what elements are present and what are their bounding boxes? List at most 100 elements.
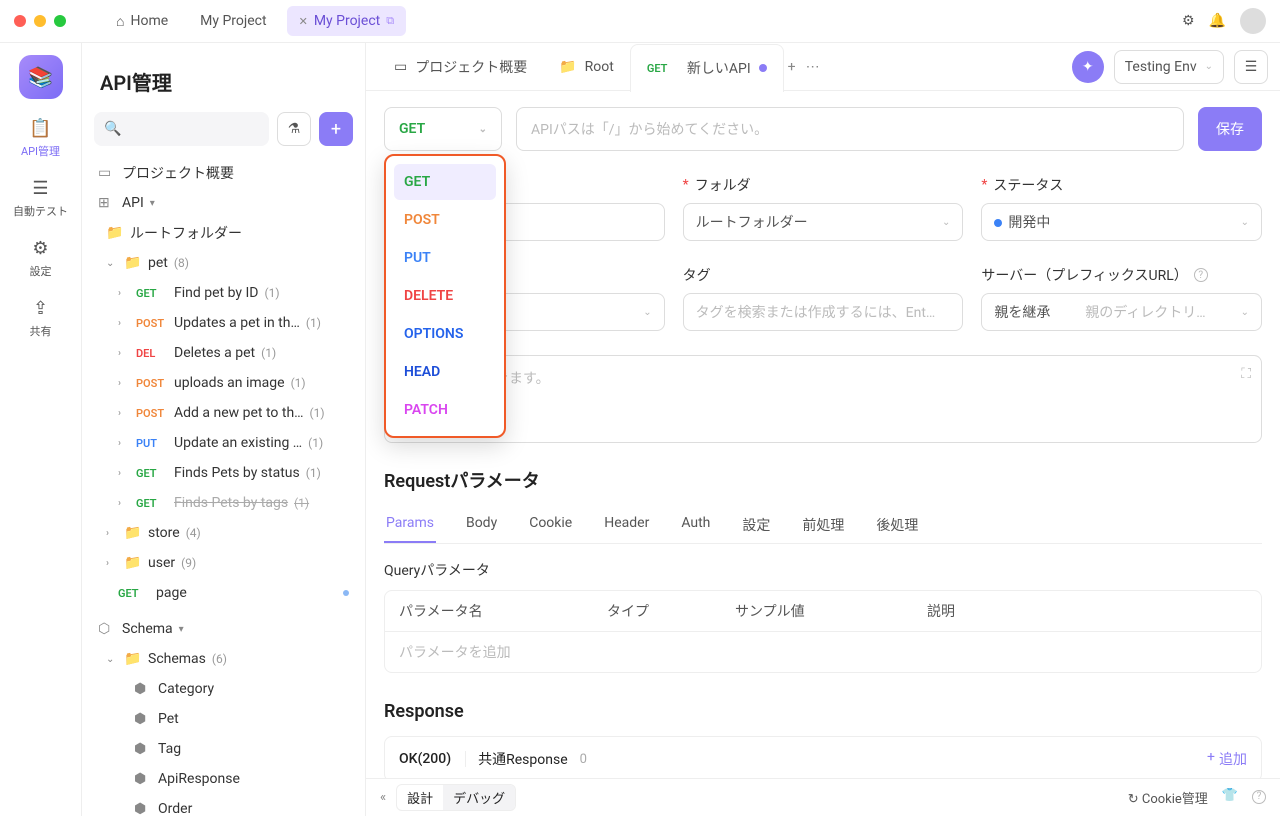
schema-section[interactable]: ⬡Schema▾ xyxy=(90,614,357,644)
add-response-button[interactable]: +追加 xyxy=(1207,749,1247,769)
count: (8) xyxy=(174,256,189,270)
store-folder[interactable]: ›📁store(4) xyxy=(90,518,357,548)
folder-select[interactable]: ルートフォルダー⌄ xyxy=(683,203,964,241)
search-input[interactable]: 🔍 xyxy=(94,112,269,146)
root-folder[interactable]: 📁 ルートフォルダー xyxy=(90,218,357,248)
add-tab-button[interactable]: + xyxy=(788,59,796,75)
page-api-item[interactable]: GETpage xyxy=(90,578,357,608)
cookie-management[interactable]: ↻ Cookie管理 xyxy=(1128,788,1208,807)
rail-share[interactable]: ⇪ 共有 xyxy=(30,297,52,339)
compass-button[interactable]: ✦ xyxy=(1072,51,1104,83)
response-ok[interactable]: OK(200) xyxy=(399,751,466,767)
filter-button[interactable]: ⚗ xyxy=(277,112,311,146)
home-tab[interactable]: ⌂ Home xyxy=(104,6,180,36)
subtab-settings[interactable]: 設定 xyxy=(740,507,772,543)
project-tab-1[interactable]: My Project xyxy=(188,6,278,36)
mode-debug[interactable]: デバッグ xyxy=(443,785,515,810)
schema-item[interactable]: ⬢Category xyxy=(90,674,357,704)
method-select[interactable]: GET ⌄ GET POST PUT DELETE OPTIONS HEAD P… xyxy=(384,107,502,151)
help-icon[interactable]: ? xyxy=(1194,268,1208,282)
response-common[interactable]: 共通Response xyxy=(478,749,568,769)
pet-folder[interactable]: ⌄ 📁 pet (8) xyxy=(90,248,357,278)
app-logo[interactable]: 📚 xyxy=(19,55,63,99)
schema-item[interactable]: ⬢Pet xyxy=(90,704,357,734)
tab-new-api[interactable]: GET 新しいAPI xyxy=(630,44,784,92)
mode-segment[interactable]: 設計 デバッグ xyxy=(396,784,516,811)
avatar[interactable] xyxy=(1240,8,1266,34)
indicator-dot xyxy=(343,590,349,596)
rail-label: API管理 xyxy=(21,143,60,159)
method-option-post[interactable]: POST xyxy=(394,202,496,238)
api-item[interactable]: ›GETFind pet by ID(1) xyxy=(90,278,357,308)
api-item-deprecated[interactable]: ›GETFinds Pets by tags(1) xyxy=(90,488,357,518)
count: (1) xyxy=(264,286,279,300)
status-select[interactable]: 開発中⌄ xyxy=(981,203,1262,241)
description-textarea[interactable]: マットが使用できます。 ⛶ xyxy=(384,355,1262,443)
api-item[interactable]: ›PUTUpdate an existing …(1) xyxy=(90,428,357,458)
api-item[interactable]: ›POSTuploads an image(1) xyxy=(90,368,357,398)
tab-overview[interactable]: ▭プロジェクト概要 xyxy=(378,43,543,91)
method-option-head[interactable]: HEAD xyxy=(394,354,496,390)
method-option-options[interactable]: OPTIONS xyxy=(394,316,496,352)
more-icon[interactable]: ⋯ xyxy=(806,59,820,75)
save-button[interactable]: 保存 xyxy=(1198,107,1262,151)
expand-icon[interactable]: ⛶ xyxy=(1241,366,1251,382)
tag-input[interactable]: タグを検索または作成するには、Ent… xyxy=(683,293,964,331)
schema-item[interactable]: ⬢ApiResponse xyxy=(90,764,357,794)
method-option-patch[interactable]: PATCH xyxy=(394,392,496,428)
menu-button[interactable]: ☰ xyxy=(1234,50,1268,84)
api-item[interactable]: ›GETFinds Pets by status(1) xyxy=(90,458,357,488)
schema-item[interactable]: ⬢ Order xyxy=(90,794,357,816)
api-section[interactable]: ⊞ API ▾ xyxy=(90,188,357,218)
user-folder[interactable]: ›📁user(9) xyxy=(90,548,357,578)
environment-select[interactable]: Testing Env⌄ xyxy=(1114,50,1224,84)
url-input[interactable]: APIパスは「/」から始めてください。 xyxy=(516,107,1184,151)
method-option-put[interactable]: PUT xyxy=(394,240,496,276)
count: (1) xyxy=(291,376,306,390)
collapse-icon[interactable]: « xyxy=(380,790,386,805)
schema-name: ApiResponse xyxy=(158,771,240,787)
subtab-auth[interactable]: Auth xyxy=(679,507,712,543)
server-select[interactable]: 親を継承親のディレクトリ…⌄ xyxy=(981,293,1262,331)
close-icon[interactable]: ✕ xyxy=(299,15,308,28)
subtab-header[interactable]: Header xyxy=(602,507,651,543)
search-icon: 🔍 xyxy=(104,121,121,137)
filter-icon: ⚗ xyxy=(288,121,301,137)
window-controls[interactable] xyxy=(14,15,66,27)
project-overview-item[interactable]: ▭ プロジェクト概要 xyxy=(90,158,357,188)
shirt-icon[interactable]: 👕 xyxy=(1222,788,1238,807)
cube-icon: ⬢ xyxy=(134,711,152,727)
rail-autotest[interactable]: ☰ 自動テスト xyxy=(13,177,68,219)
project-tab-2-active[interactable]: ✕ My Project ⧉ xyxy=(287,6,407,36)
subtab-preprocess[interactable]: 前処理 xyxy=(800,507,846,543)
minimize-window[interactable] xyxy=(34,15,46,27)
param-empty-row[interactable]: パラメータを追加 xyxy=(385,632,1261,672)
method-badge: GET xyxy=(136,467,168,480)
help-button[interactable]: ? xyxy=(1252,788,1266,807)
api-item[interactable]: ›POSTAdd a new pet to th…(1) xyxy=(90,398,357,428)
maximize-window[interactable] xyxy=(54,15,66,27)
method-option-delete[interactable]: DELETE xyxy=(394,278,496,314)
gear-icon[interactable]: ⚙ xyxy=(1182,13,1195,29)
method-option-get[interactable]: GET xyxy=(394,164,496,200)
subtab-cookie[interactable]: Cookie xyxy=(527,507,574,543)
rail-api[interactable]: 📋 API管理 xyxy=(21,117,60,159)
mode-design[interactable]: 設計 xyxy=(397,785,443,810)
bell-icon[interactable]: 🔔 xyxy=(1209,13,1226,29)
rail-settings[interactable]: ⚙ 設定 xyxy=(30,237,52,279)
schemas-folder[interactable]: ⌄📁Schemas(6) xyxy=(90,644,357,674)
subtab-params[interactable]: Params xyxy=(384,507,436,543)
schema-name: Order xyxy=(158,801,192,816)
close-window[interactable] xyxy=(14,15,26,27)
subtab-postprocess[interactable]: 後処理 xyxy=(874,507,920,543)
tab-root[interactable]: 📁Root xyxy=(543,43,630,91)
cube-icon: ⬢ xyxy=(134,801,152,816)
api-name: Update an existing … xyxy=(174,435,302,451)
api-icon: ⊞ xyxy=(98,195,116,211)
add-button[interactable]: + xyxy=(319,112,353,146)
schema-item[interactable]: ⬢Tag xyxy=(90,734,357,764)
subtab-body[interactable]: Body xyxy=(464,507,499,543)
api-item[interactable]: ›DELDeletes a pet(1) xyxy=(90,338,357,368)
api-item[interactable]: ›POSTUpdates a pet in th…(1) xyxy=(90,308,357,338)
placeholder: APIパスは「/」から始めてください。 xyxy=(531,119,768,139)
